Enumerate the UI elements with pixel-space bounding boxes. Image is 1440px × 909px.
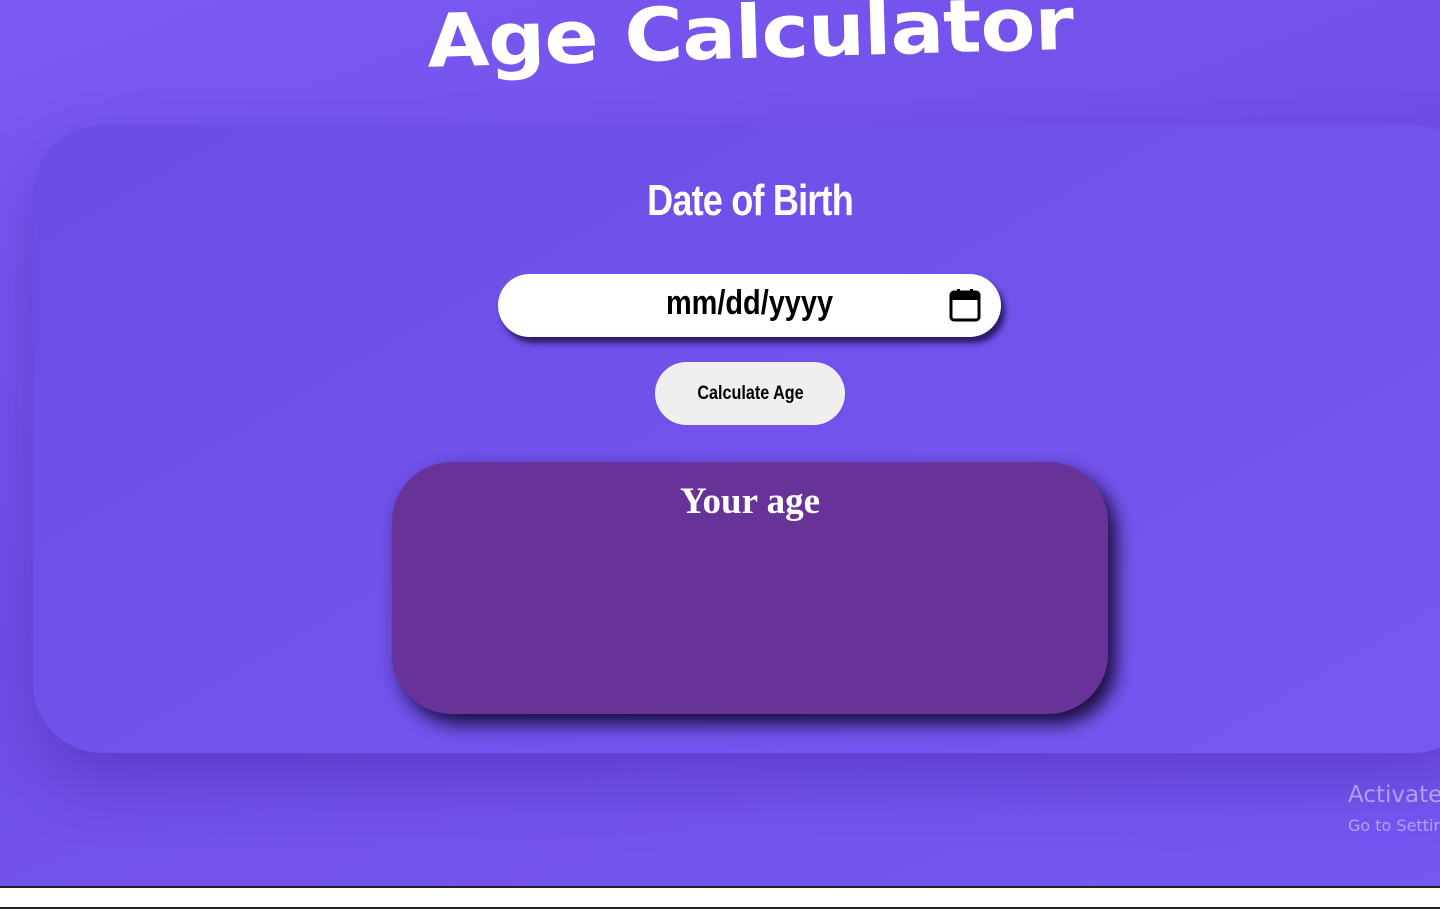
result-title: Your age [679, 481, 821, 522]
bottom-bar [0, 886, 1440, 909]
calculate-age-button[interactable]: Calculate Age [655, 362, 845, 425]
calculate-age-label: Calculate Age [696, 382, 804, 404]
date-input-placeholder: mm/dd/yyyy [665, 284, 834, 322]
activate-windows-title: Activate [1348, 782, 1440, 808]
page-title: Age Calculator [426, 0, 1074, 85]
date-of-birth-label: Date of Birth [647, 176, 854, 225]
date-of-birth-input[interactable]: mm/dd/yyyy [498, 274, 1001, 337]
result-box: Your age [392, 462, 1108, 714]
activate-windows-subtitle: Go to Settir [1348, 816, 1440, 835]
calendar-icon[interactable] [949, 288, 981, 322]
